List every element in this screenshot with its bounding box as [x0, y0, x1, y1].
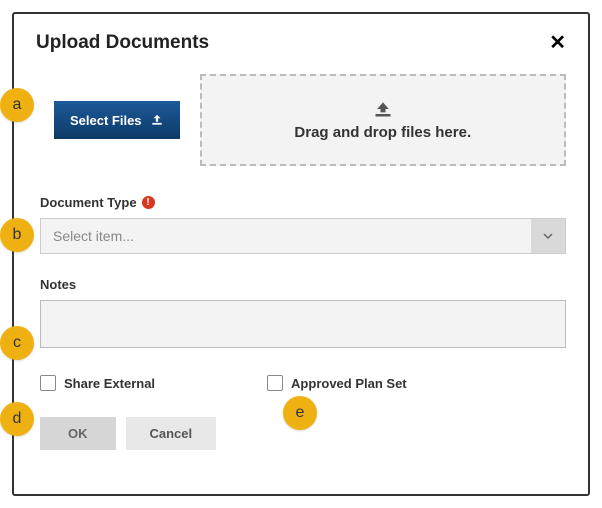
- upload-icon: [150, 113, 164, 127]
- document-type-label: Document Type !: [40, 195, 155, 210]
- document-type-label-text: Document Type: [40, 195, 137, 210]
- chevron-down-icon: [531, 219, 565, 253]
- cancel-button[interactable]: Cancel: [126, 417, 217, 450]
- notes-input[interactable]: [40, 300, 566, 348]
- upload-row: Select Files Drag and drop files here.: [54, 74, 566, 166]
- share-external-label: Share External: [64, 376, 155, 391]
- close-icon[interactable]: ✕: [549, 33, 566, 53]
- share-external-checkbox[interactable]: [40, 375, 56, 391]
- ok-button[interactable]: OK: [40, 417, 116, 450]
- approved-plan-set-checkbox[interactable]: [267, 375, 283, 391]
- annotation-badge-a: a: [0, 88, 34, 122]
- notes-label: Notes: [40, 277, 76, 292]
- annotation-badge-c: c: [0, 326, 34, 360]
- document-type-field: Document Type ! Select item...: [40, 194, 566, 254]
- dropzone[interactable]: Drag and drop files here.: [200, 74, 566, 166]
- modal-title: Upload Documents: [36, 32, 209, 54]
- checkbox-row: Share External Approved Plan Set: [40, 375, 566, 391]
- annotation-badge-d: d: [0, 402, 34, 436]
- annotation-badge-e: e: [283, 396, 317, 430]
- document-type-placeholder: Select item...: [41, 219, 531, 253]
- document-type-select[interactable]: Select item...: [40, 218, 566, 254]
- annotation-badge-b: b: [0, 218, 34, 252]
- select-files-label: Select Files: [70, 113, 142, 128]
- modal-header: Upload Documents ✕: [36, 32, 566, 54]
- share-external-group: Share External: [40, 375, 155, 391]
- dropzone-text: Drag and drop files here.: [294, 124, 471, 141]
- upload-cloud-icon: [373, 100, 393, 118]
- notes-field: Notes: [40, 276, 566, 353]
- select-files-button[interactable]: Select Files: [54, 101, 180, 139]
- approved-plan-set-label: Approved Plan Set: [291, 376, 407, 391]
- required-icon: !: [142, 196, 155, 209]
- approved-plan-set-group: Approved Plan Set: [267, 375, 407, 391]
